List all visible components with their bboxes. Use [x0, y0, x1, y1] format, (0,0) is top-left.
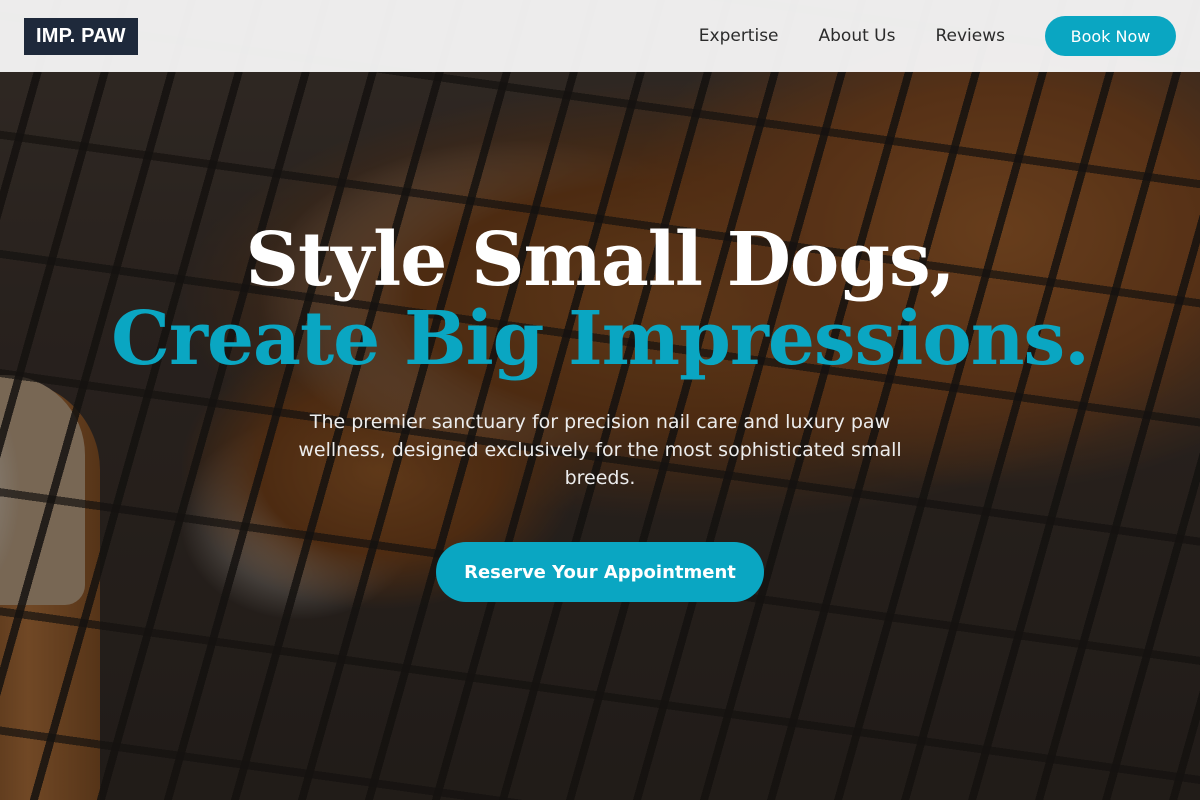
- book-now-button[interactable]: Book Now: [1045, 16, 1176, 56]
- nav-link-expertise[interactable]: Expertise: [699, 26, 779, 46]
- headline-line-2: Create Big Impressions.: [111, 296, 1090, 382]
- nav-links: Expertise About Us Reviews Book Now: [699, 16, 1176, 56]
- headline-line-1: Style Small Dogs,: [245, 217, 956, 303]
- nav-link-about-us[interactable]: About Us: [819, 26, 896, 46]
- site-logo[interactable]: IMP. PAW: [24, 17, 138, 55]
- nav-link-reviews[interactable]: Reviews: [935, 26, 1005, 46]
- hero-headline: Style Small Dogs, Create Big Impressions…: [0, 220, 1200, 378]
- reserve-appointment-button[interactable]: Reserve Your Appointment: [436, 542, 764, 602]
- top-navigation: IMP. PAW Expertise About Us Reviews Book…: [0, 0, 1200, 72]
- hero-content: Style Small Dogs, Create Big Impressions…: [0, 220, 1200, 602]
- hero-subtitle: The premier sanctuary for precision nail…: [298, 411, 902, 489]
